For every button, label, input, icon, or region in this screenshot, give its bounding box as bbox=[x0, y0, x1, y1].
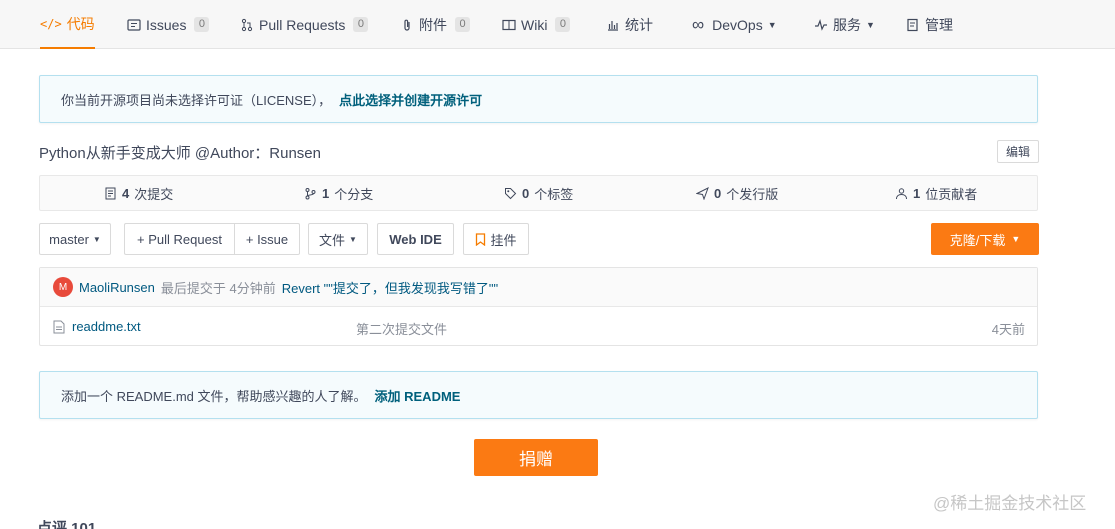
bookmark-icon bbox=[476, 232, 486, 246]
donate-button[interactable]: 捐赠 bbox=[474, 439, 598, 476]
new-issue-button[interactable]: + Issue bbox=[234, 223, 300, 255]
attachments-count-badge: 0 bbox=[455, 17, 470, 32]
issues-icon bbox=[127, 18, 141, 31]
tab-services[interactable]: 服务 ▼ bbox=[814, 0, 875, 49]
code-icon: </> bbox=[40, 16, 62, 31]
caret-down-icon: ▼ bbox=[1011, 234, 1021, 244]
tab-wiki[interactable]: Wiki 0 bbox=[502, 0, 571, 49]
commit-author-link[interactable]: MaoliRunsen bbox=[79, 280, 155, 295]
table-row: readdme.txt 第二次提交文件 4天前 bbox=[40, 307, 1037, 346]
repo-tab-bar: </> 代码 Issues 0 Pull Requests 0 附件 0 Wik… bbox=[0, 0, 1115, 49]
license-banner: 你当前开源项目尚未选择许可证（LICENSE）， 点此选择并创建开源许可 bbox=[39, 75, 1038, 123]
paperclip-icon bbox=[404, 19, 410, 31]
clone-download-button[interactable]: 克隆/下载 ▼ bbox=[931, 223, 1039, 255]
new-pull-request-button[interactable]: + Pull Request bbox=[124, 223, 234, 255]
caret-down-icon: ▼ bbox=[767, 19, 777, 30]
avatar[interactable]: M bbox=[53, 277, 73, 297]
file-name-link[interactable]: readdme.txt bbox=[72, 319, 141, 334]
latest-commit-row: M MaoliRunsen 最后提交于 4分钟前 Revert ""提交了，但我… bbox=[40, 268, 1037, 307]
tab-devops[interactable]: ∞ DevOps ▼ bbox=[692, 0, 777, 49]
pendant-button[interactable]: 挂件 bbox=[463, 223, 529, 255]
contributors-stat[interactable]: 1 位贡献者 bbox=[895, 176, 977, 210]
tab-code[interactable]: </> 代码 bbox=[40, 0, 95, 49]
files-dropdown[interactable]: 文件 ▼ bbox=[308, 223, 368, 255]
pull-requests-count-badge: 0 bbox=[353, 17, 369, 32]
caret-down-icon: ▼ bbox=[866, 19, 875, 30]
add-readme-link[interactable]: 添加 README bbox=[375, 386, 461, 405]
file-list: M MaoliRunsen 最后提交于 4分钟前 Revert ""提交了，但我… bbox=[39, 267, 1038, 346]
contributors-icon bbox=[896, 187, 907, 199]
file-icon bbox=[53, 320, 65, 334]
book-icon bbox=[502, 19, 516, 30]
commit-list-icon bbox=[105, 187, 116, 199]
settings-doc-icon bbox=[907, 18, 918, 31]
tab-manage[interactable]: 管理 bbox=[906, 0, 953, 49]
commits-stat[interactable]: 4 次提交 bbox=[104, 176, 173, 210]
pull-request-icon bbox=[241, 18, 253, 31]
choose-license-link[interactable]: 点此选择并创建开源许可 bbox=[339, 90, 482, 109]
infinity-icon: ∞ bbox=[692, 14, 705, 34]
commit-meta: 最后提交于 4分钟前 bbox=[160, 280, 276, 296]
file-time: 4天前 bbox=[991, 322, 1025, 337]
issues-count-badge: 0 bbox=[194, 17, 210, 32]
branch-select[interactable]: master ▼ bbox=[39, 223, 111, 255]
releases-stat[interactable]: 0 个发行版 bbox=[696, 176, 778, 210]
branch-icon bbox=[305, 187, 316, 199]
tab-stats[interactable]: 统计 bbox=[606, 0, 653, 49]
branches-stat[interactable]: 1 个分支 bbox=[304, 176, 373, 210]
tab-pull-requests[interactable]: Pull Requests 0 bbox=[240, 0, 369, 49]
readme-banner: 添加一个 README.md 文件，帮助感兴趣的人了解。 添加 README bbox=[39, 371, 1038, 419]
pulse-icon bbox=[815, 18, 827, 31]
tab-attachments[interactable]: 附件 0 bbox=[400, 0, 470, 49]
repo-description: Python从新手变成大师 @Author：Runsen bbox=[39, 145, 321, 162]
tab-issues[interactable]: Issues 0 bbox=[127, 0, 210, 49]
tags-stat[interactable]: 0 个标签 bbox=[504, 176, 573, 210]
send-icon bbox=[696, 186, 709, 200]
web-ide-button[interactable]: Web IDE bbox=[377, 223, 454, 255]
repo-stats-bar: 4 次提交 1 个分支 0 个标签 0 个发行版 1 位贡献者 bbox=[39, 175, 1038, 211]
caret-down-icon: ▼ bbox=[92, 234, 101, 244]
watermark: @稀土掘金技术社区 bbox=[933, 494, 1087, 513]
tag-icon bbox=[505, 187, 517, 199]
file-commit-message[interactable]: 第二次提交文件 bbox=[356, 319, 447, 338]
bar-chart-icon bbox=[608, 20, 618, 31]
commit-message-link[interactable]: Revert ""提交了，但我发现我写错了"" bbox=[282, 278, 498, 297]
section-heading: 点评 101 bbox=[37, 520, 97, 529]
edit-description-button[interactable]: 编辑 bbox=[997, 140, 1039, 163]
wiki-count-badge: 0 bbox=[555, 17, 571, 32]
caret-down-icon: ▼ bbox=[349, 234, 357, 244]
